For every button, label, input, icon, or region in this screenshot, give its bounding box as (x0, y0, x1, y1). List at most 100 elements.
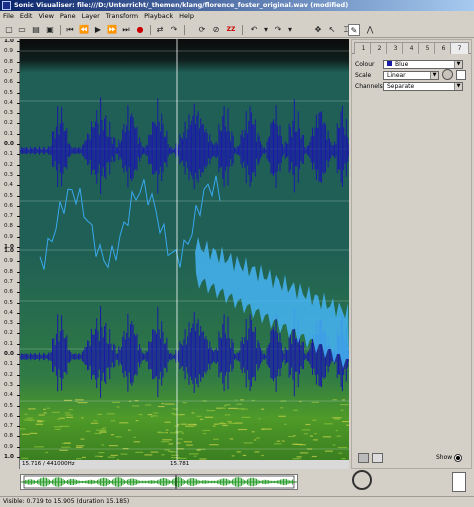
spectrogram-streak (324, 423, 333, 425)
spectrogram-streak (164, 449, 170, 451)
spectrogram-streak (76, 445, 85, 447)
save-project-icon[interactable]: ▤ (30, 24, 42, 36)
spectrogram-streak (293, 409, 298, 411)
spectrogram-streak (150, 451, 159, 453)
show-toggle[interactable] (454, 454, 462, 462)
measure-icon[interactable]: ⋀ (364, 24, 376, 36)
spectrogram-streak (65, 414, 73, 416)
spectrogram-streak (133, 441, 141, 443)
toolbar-separator (184, 25, 185, 35)
scale-select[interactable]: Linear ▼ (383, 71, 439, 80)
spectrogram-streak (346, 424, 349, 426)
spectrogram-streak (147, 414, 153, 416)
spectrogram-streak (229, 438, 234, 440)
refresh-icon[interactable]: ⟳ (196, 24, 208, 36)
scale-tick-label: 0.0 (3, 351, 20, 357)
spectrogram-streak (157, 405, 165, 408)
spectrogram-streak (36, 420, 42, 422)
menu-transform[interactable]: Transform (103, 11, 141, 22)
spectrogram-streak (255, 437, 260, 439)
menu-playback[interactable]: Playback (141, 11, 176, 22)
scale-tick-label: 0.3 (3, 172, 20, 178)
fast-forward-end-icon[interactable]: ⏭ (120, 24, 132, 36)
play-icon[interactable]: ▶ (92, 24, 104, 36)
spectrogram-streak (59, 417, 65, 419)
spectrogram-streak (313, 439, 318, 441)
spectrogram-streak (20, 428, 26, 430)
spectrogram-streak (162, 439, 172, 441)
spectrogram-streak (59, 449, 68, 451)
spectrogram-streak (153, 412, 159, 414)
status-text: Visible: 0.719 to 15.905 (duration 15.18… (3, 498, 130, 505)
zoom-dial[interactable] (352, 470, 372, 490)
scale-tick-label: 0.8 (3, 433, 20, 439)
overview-waveform[interactable] (20, 474, 298, 490)
loop-icon[interactable]: ⇄ (154, 24, 166, 36)
scale-tick-label: 0.1 (3, 361, 20, 367)
menu-edit[interactable]: Edit (17, 11, 36, 22)
spectrogram-streak (186, 444, 193, 446)
scale-label: Scale (355, 72, 372, 79)
scale-tick-label: 0.7 (3, 423, 20, 429)
scale-tick-label: 0.4 (3, 100, 20, 106)
spectrogram-streak (301, 429, 311, 431)
draw-icon[interactable]: ✎ (348, 24, 360, 36)
scale-tick-label: 1.0 (3, 248, 20, 254)
spectrogram-streak (227, 421, 232, 423)
undo-menu-icon[interactable]: ▾ (260, 24, 272, 36)
colour-swatch (387, 61, 392, 66)
fast-forward-icon[interactable]: ⏩ (106, 24, 118, 36)
spectrogram-streak (335, 429, 338, 432)
colour-select[interactable]: Blue ▼ (383, 60, 463, 69)
record-icon[interactable]: ● (134, 24, 146, 36)
rewind-icon[interactable]: ⏪ (78, 24, 90, 36)
navigate-icon[interactable]: ✥ (312, 24, 324, 36)
main-pane[interactable]: 1.0 0.9 0.8 0.7 0.6 0.5 0.4 0.3 0.2 0.1 0.0 0.1 0.2 0… (3, 39, 349, 469)
gain-reset-icon[interactable] (456, 70, 466, 80)
waveform-spectrogram-view[interactable] (20, 39, 349, 469)
spectrogram-streak (80, 438, 85, 440)
open-icon[interactable]: ▭ (16, 24, 28, 36)
save-icon[interactable]: ▣ (44, 24, 56, 36)
spectrogram-streak (314, 433, 317, 435)
undo-icon[interactable]: ↶ (248, 24, 260, 36)
channels-select[interactable]: Separate ▼ (383, 82, 463, 91)
scale-tick-label: 0.9 (3, 234, 20, 240)
time-left-readout: 15.716 / 441000Hz (22, 461, 75, 467)
spectrogram-streak (185, 425, 195, 427)
spectrogram-streak (161, 454, 165, 456)
spectrogram-streak (161, 441, 170, 443)
scale-tick-label: 0.7 (3, 69, 20, 75)
spectrogram-streak (311, 401, 319, 403)
zoom-fit-icon[interactable]: ZZ (225, 24, 237, 36)
layer-visibility-icon[interactable] (358, 453, 369, 463)
menu-pane[interactable]: Pane (57, 11, 79, 22)
layer-play-icon[interactable] (372, 453, 383, 463)
spectrogram-streak (35, 423, 44, 425)
new-icon[interactable]: ▢ (3, 24, 15, 36)
spectrogram-streak (231, 455, 235, 457)
spectrogram-streak (209, 444, 219, 446)
cancel-icon[interactable]: ⊘ (210, 24, 222, 36)
spectrogram-streak (165, 432, 168, 434)
select-icon[interactable]: ↖ (326, 24, 338, 36)
scale-tick-label: 0.4 (3, 310, 20, 316)
spectrogram-streak (340, 409, 344, 411)
spectrogram-streak (175, 431, 183, 433)
rewind-start-icon[interactable]: ⏮ (64, 24, 76, 36)
spectrogram-streak (157, 431, 162, 433)
spectrogram-streak (339, 404, 349, 406)
vertical-zoom-icon[interactable] (452, 472, 466, 492)
menu-help[interactable]: Help (176, 11, 197, 22)
redo-icon[interactable]: ↷ (272, 24, 284, 36)
menu-view[interactable]: View (35, 11, 56, 22)
spectrogram-streak (29, 432, 38, 434)
menu-file[interactable]: File (0, 11, 17, 22)
redo-menu-icon[interactable]: ▾ (284, 24, 296, 36)
solo-icon[interactable]: ↷ (168, 24, 180, 36)
tab-layer-7[interactable]: 7 (450, 42, 469, 54)
gain-dial[interactable] (442, 69, 453, 80)
spectrogram-streak (274, 443, 282, 445)
menu-layer[interactable]: Layer (79, 11, 103, 22)
spectrogram-streak (338, 452, 343, 454)
